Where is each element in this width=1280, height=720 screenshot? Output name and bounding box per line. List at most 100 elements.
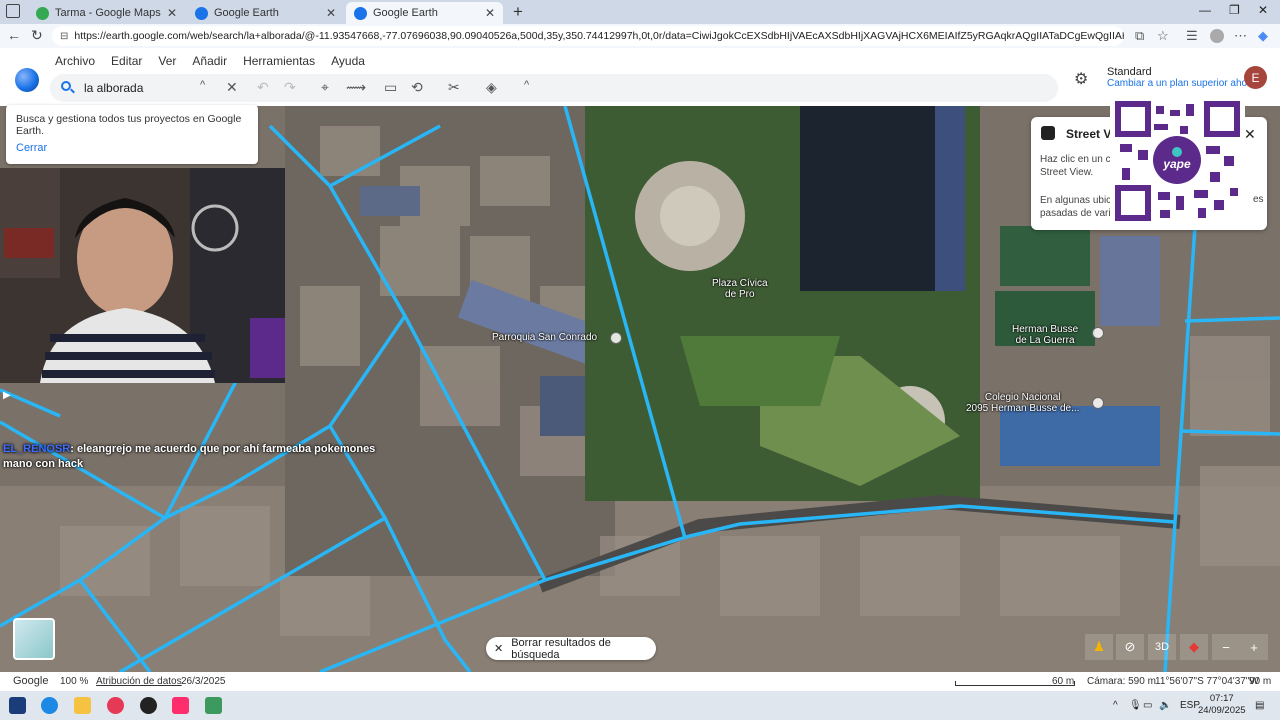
undo-icon[interactable]: ↶ bbox=[257, 79, 269, 96]
url-field[interactable]: ⊟ https://earth.google.com/web/search/la… bbox=[52, 26, 1124, 46]
tab-title: Google Earth bbox=[373, 7, 438, 19]
plan-name: Standard bbox=[1107, 66, 1152, 78]
app-icon[interactable] bbox=[205, 697, 222, 714]
tab-title: Google Earth bbox=[214, 7, 279, 19]
map-label-plaza-civica[interactable]: Plaza Cívica de Pro bbox=[712, 278, 768, 300]
toggle-3d-button[interactable]: 3D bbox=[1148, 634, 1176, 660]
edge-browser-icon[interactable] bbox=[41, 697, 58, 714]
notifications-icon[interactable]: ▤ bbox=[1255, 700, 1264, 711]
map-label-herman-busse[interactable]: Herman Busse de La Guerra bbox=[1012, 324, 1078, 346]
map-style-thumbnail[interactable] bbox=[13, 618, 55, 660]
tab-google-earth-active[interactable]: Google Earth ✕ bbox=[346, 2, 503, 24]
favorites-icon[interactable]: ☰ bbox=[1186, 28, 1198, 44]
profile-icon[interactable] bbox=[1210, 29, 1224, 43]
url-text: https://earth.google.com/web/search/la+a… bbox=[74, 30, 1124, 42]
address-bar: ← ↻ ⊟ https://earth.google.com/web/searc… bbox=[0, 24, 1280, 48]
qr-code-image: yape bbox=[1110, 96, 1245, 226]
tab-google-earth-1[interactable]: Google Earth ✕ bbox=[187, 2, 344, 24]
collapse-toolbar-icon[interactable]: ^ bbox=[524, 79, 529, 91]
stream-chat-message: EL_RENOSR: eleangrejo me acuerdo que por… bbox=[3, 443, 376, 470]
app-install-icon[interactable]: ⧉ bbox=[1135, 28, 1144, 44]
map-label-colegio[interactable]: Colegio Nacional 2095 Herman Busse de... bbox=[966, 392, 1079, 414]
draw-path-icon[interactable]: ⟿ bbox=[346, 79, 366, 96]
close-tab-icon[interactable]: ✕ bbox=[167, 6, 177, 20]
placemark-icon[interactable]: ⌖ bbox=[321, 79, 329, 96]
user-avatar[interactable]: E bbox=[1244, 66, 1267, 89]
new-tab-icon[interactable]: + bbox=[513, 2, 523, 22]
language-indicator[interactable]: ESP bbox=[1180, 700, 1200, 711]
school-pin-icon[interactable] bbox=[1092, 327, 1104, 339]
clear-search-results-label: Borrar resultados de búsqueda bbox=[511, 636, 611, 661]
pegman-icon[interactable]: ♟ bbox=[1085, 634, 1113, 660]
zoom-in-icon[interactable]: + bbox=[1240, 634, 1268, 660]
tiktok-icon[interactable] bbox=[172, 697, 189, 714]
search-input[interactable]: la alborada bbox=[84, 81, 143, 95]
tab-tarma-maps[interactable]: Tarma - Google Maps ✕ bbox=[28, 2, 185, 24]
upgrade-plan-link[interactable]: Cambiar a un plan superior ahora bbox=[1107, 78, 1256, 89]
menu-archivo[interactable]: Archivo bbox=[47, 54, 103, 68]
street-view-text: En algunas ubica pasadas de varia bbox=[1040, 195, 1117, 219]
menu-bar: Archivo Editar Ver Añadir Herramientas A… bbox=[47, 54, 373, 68]
layers-icon[interactable]: ◈ bbox=[486, 79, 497, 96]
clear-search-icon[interactable]: ✕ bbox=[226, 79, 238, 96]
data-attribution-link[interactable]: Atribución de datos bbox=[96, 676, 182, 687]
clock-time: 07:17 bbox=[1209, 693, 1234, 704]
reload-icon[interactable]: ↻ bbox=[31, 27, 43, 44]
copilot-icon[interactable]: ◆ bbox=[1258, 28, 1268, 44]
place-pin-icon[interactable] bbox=[610, 332, 622, 344]
search-icon[interactable] bbox=[61, 81, 71, 91]
camera-altitude: Cámara: 590 m bbox=[1087, 676, 1156, 687]
compass-icon[interactable]: ◆ bbox=[1180, 634, 1208, 660]
tab-actions-icon[interactable] bbox=[6, 4, 20, 18]
earth-status-bar: Google 100 % Atribución de datos 26/3/20… bbox=[0, 672, 1280, 691]
close-tab-icon[interactable]: ✕ bbox=[485, 6, 495, 20]
obs-icon[interactable] bbox=[140, 697, 157, 714]
map-label-text: Colegio Nacional 2095 Herman Busse de... bbox=[966, 392, 1080, 414]
toggle-tilt-icon[interactable]: ⊘ bbox=[1116, 634, 1144, 660]
measure-icon[interactable]: ▭ bbox=[384, 79, 397, 96]
menu-editar[interactable]: Editar bbox=[103, 54, 150, 68]
clear-search-results-button[interactable]: ✕ Borrar resultados de búsqueda bbox=[486, 636, 656, 661]
window-close-icon[interactable]: ✕ bbox=[1258, 3, 1268, 17]
street-view-close-icon[interactable]: ✕ bbox=[1244, 126, 1256, 143]
expand-panel-icon[interactable]: ▶ bbox=[3, 390, 11, 401]
volume-icon[interactable]: 🔈 bbox=[1159, 700, 1171, 711]
google-brand: Google bbox=[13, 675, 49, 687]
street-view-text: Haz clic en un c Street View. bbox=[1040, 154, 1111, 178]
info-popup-close-link[interactable]: Cerrar bbox=[16, 142, 47, 154]
microphone-icon[interactable]: 🎙 bbox=[1129, 700, 1142, 711]
favorite-star-icon[interactable]: ☆ bbox=[1157, 28, 1169, 44]
menu-ayuda[interactable]: Ayuda bbox=[323, 54, 373, 68]
battery-icon[interactable]: ▭ bbox=[1143, 700, 1152, 711]
map-label-text: Herman Busse de La Guerra bbox=[1012, 324, 1079, 346]
menu-herramientas[interactable]: Herramientas bbox=[235, 54, 323, 68]
file-explorer-icon[interactable] bbox=[74, 697, 91, 714]
zoom-level: 100 % bbox=[60, 676, 89, 687]
school-pin-icon[interactable] bbox=[1092, 397, 1104, 409]
redo-icon[interactable]: ↷ bbox=[284, 79, 296, 96]
windows-start-icon[interactable] bbox=[9, 697, 26, 714]
menu-ver[interactable]: Ver bbox=[150, 54, 184, 68]
map-label-parroquia[interactable]: Parroquia San Conrado bbox=[492, 332, 597, 343]
cursor-elevation: 90 m bbox=[1249, 676, 1272, 687]
close-tab-icon[interactable]: ✕ bbox=[326, 6, 336, 20]
minimize-icon[interactable]: — bbox=[1199, 3, 1211, 17]
tools-icon[interactable]: ✂ bbox=[448, 79, 460, 96]
opera-icon[interactable] bbox=[107, 697, 124, 714]
collapse-search-icon[interactable]: ^ bbox=[200, 79, 205, 91]
site-info-icon[interactable]: ⊟ bbox=[60, 31, 68, 42]
historical-imagery-icon[interactable]: ⟲ bbox=[411, 79, 423, 96]
maximize-icon[interactable]: ❐ bbox=[1229, 3, 1240, 17]
scale-bar bbox=[955, 681, 1075, 686]
earth-logo-icon[interactable] bbox=[15, 68, 39, 92]
menu-anadir[interactable]: Añadir bbox=[184, 54, 235, 68]
zoom-out-icon[interactable]: − bbox=[1212, 634, 1240, 660]
back-icon[interactable]: ← bbox=[7, 27, 21, 43]
settings-gear-icon[interactable]: ⚙ bbox=[1074, 69, 1088, 89]
tray-chevron-icon[interactable]: ^ bbox=[1113, 700, 1118, 711]
close-icon: ✕ bbox=[494, 643, 504, 655]
qr-code-overlay: yape bbox=[1110, 96, 1245, 226]
system-clock[interactable]: 07:17 24/09/2025 bbox=[1198, 693, 1246, 717]
streamer-webcam bbox=[0, 168, 285, 383]
more-options-icon[interactable]: ⋯ bbox=[1234, 28, 1247, 44]
